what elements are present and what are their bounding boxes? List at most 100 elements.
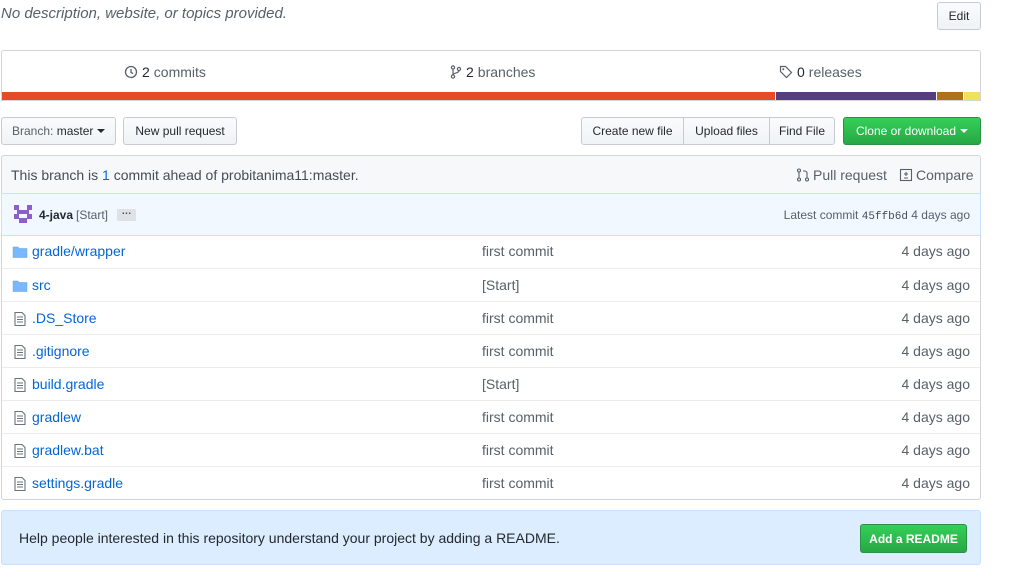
- readme-prompt: Help people interested in this repositor…: [1, 510, 981, 565]
- file-name-link[interactable]: settings.gradle: [32, 475, 123, 491]
- file-icon: [12, 311, 28, 327]
- file-name-link[interactable]: gradlew.bat: [32, 442, 104, 458]
- history-icon: [124, 65, 138, 79]
- branches-link[interactable]: 2 branches: [450, 64, 535, 80]
- branch-status-message: This branch is 1 commit ahead of probita…: [11, 167, 359, 183]
- commit-author[interactable]: 4-java: [39, 208, 73, 222]
- file-name-link[interactable]: .DS_Store: [32, 310, 97, 326]
- file-age: 4 days ago: [901, 376, 971, 392]
- language-segment[interactable]: [774, 92, 936, 100]
- clone-or-download-button[interactable]: Clone or download: [843, 117, 981, 145]
- file-age: 4 days ago: [901, 475, 971, 491]
- file-name-link[interactable]: build.gradle: [32, 376, 104, 392]
- latest-commit-bar: 4-java [Start] … Latest commit 45ffb6d 4…: [1, 193, 981, 236]
- commit-sha-link[interactable]: 45ffb6d: [862, 211, 908, 223]
- file-name[interactable]: gradlew: [32, 409, 81, 425]
- pull-request-label: Pull request: [813, 167, 887, 183]
- latest-commit-info: Latest commit 45ffb6d 4 days ago: [784, 208, 970, 223]
- file-icon: [12, 344, 28, 360]
- repo-summary: 2 commits 2 branches 0 releases: [1, 50, 981, 101]
- language-bar[interactable]: [2, 92, 980, 100]
- file-name-link[interactable]: src: [32, 277, 51, 293]
- branch-prefix: Branch:: [12, 124, 54, 138]
- branch-status-bar: This branch is 1 commit ahead of probita…: [1, 155, 981, 194]
- tag-icon: [779, 65, 793, 79]
- caret-down-icon: [960, 129, 969, 133]
- file-age: 4 days ago: [901, 310, 971, 326]
- file-commit-message[interactable]: first commit: [482, 475, 554, 491]
- file-age: 4 days ago: [901, 243, 971, 259]
- folder-icon: [12, 244, 28, 260]
- commit-age: 4 days ago: [911, 208, 970, 222]
- releases-count: 0: [797, 64, 805, 80]
- file-age: 4 days ago: [901, 343, 971, 359]
- file-icon: [12, 410, 28, 426]
- file-commit-message[interactable]: first commit: [482, 442, 554, 458]
- git-pull-request-icon: [796, 168, 810, 182]
- file-name[interactable]: build.gradle: [32, 376, 104, 392]
- file-row: settings.gradle first commit 4 days ago: [2, 466, 980, 499]
- file-row: src [Start] 4 days ago: [2, 268, 980, 301]
- commit-expand-button[interactable]: …: [117, 207, 136, 221]
- file-name[interactable]: .gitignore: [32, 343, 90, 359]
- file-icon: [12, 377, 28, 393]
- repo-description: No description, website, or topics provi…: [1, 5, 287, 22]
- language-segment[interactable]: [2, 92, 775, 100]
- file-row: .DS_Store first commit 4 days ago: [2, 301, 980, 334]
- file-row: gradlew.bat first commit 4 days ago: [2, 433, 980, 466]
- create-new-file-button[interactable]: Create new file: [581, 117, 684, 145]
- file-name[interactable]: wrapper: [75, 243, 126, 259]
- branch-icon: [450, 65, 462, 79]
- folder-icon: [12, 278, 28, 294]
- branches-count: 2: [466, 64, 474, 80]
- file-commit-message[interactable]: [Start]: [482, 277, 519, 293]
- find-file-button[interactable]: Find File: [769, 117, 835, 145]
- file-commit-message[interactable]: first commit: [482, 343, 554, 359]
- branch-name: master: [56, 124, 94, 138]
- language-segment[interactable]: [935, 92, 964, 100]
- latest-commit-label: Latest commit: [783, 208, 859, 222]
- file-name-link[interactable]: gradlew: [32, 409, 81, 425]
- file-name[interactable]: gradlew.bat: [32, 442, 104, 458]
- avatar[interactable]: [13, 204, 33, 224]
- file-commit-message[interactable]: [Start]: [482, 376, 519, 392]
- file-row: .gitignore first commit 4 days ago: [2, 334, 980, 367]
- file-age: 4 days ago: [901, 442, 971, 458]
- commits-link[interactable]: 2 commits: [124, 64, 206, 80]
- ahead-count-link[interactable]: 1: [102, 167, 110, 183]
- pull-request-link[interactable]: Pull request: [796, 167, 887, 183]
- file-list: gradle/wrapper first commit 4 days ago src […: [1, 235, 981, 500]
- branch-status-prefix: This branch is: [11, 167, 99, 183]
- clone-label: Clone or download: [855, 124, 957, 138]
- file-icon: [12, 476, 28, 492]
- branch-select-button[interactable]: Branch: master: [1, 117, 117, 145]
- branches-label: branches: [477, 64, 536, 80]
- new-pull-request-button[interactable]: New pull request: [123, 117, 237, 145]
- add-readme-button[interactable]: Add a README: [860, 524, 967, 553]
- commit-message[interactable]: [Start]: [76, 208, 108, 222]
- edit-button[interactable]: Edit: [937, 2, 981, 30]
- language-segment[interactable]: [963, 92, 980, 100]
- file-commit-message[interactable]: first commit: [482, 310, 554, 326]
- upload-files-button[interactable]: Upload files: [683, 117, 770, 145]
- file-commit-message[interactable]: first commit: [482, 243, 554, 259]
- file-age: 4 days ago: [901, 277, 971, 293]
- diff-icon: [899, 168, 913, 182]
- file-name-link[interactable]: gradle/wrapper: [32, 243, 125, 259]
- file-icon: [12, 443, 28, 459]
- file-row: build.gradle [Start] 4 days ago: [2, 367, 980, 400]
- file-commit-message[interactable]: first commit: [482, 409, 554, 425]
- file-name-link[interactable]: .gitignore: [32, 343, 90, 359]
- commits-label: commits: [153, 64, 206, 80]
- commits-count: 2: [142, 64, 150, 80]
- file-name[interactable]: .DS_Store: [32, 310, 97, 326]
- compare-link[interactable]: Compare: [899, 167, 974, 183]
- file-row: gradle/wrapper first commit 4 days ago: [2, 235, 980, 268]
- releases-link[interactable]: 0 releases: [779, 64, 862, 80]
- file-name[interactable]: settings.gradle: [32, 475, 123, 491]
- compare-label: Compare: [916, 167, 974, 183]
- file-name-prefix[interactable]: gradle/: [32, 243, 75, 259]
- branch-status-suffix: commit ahead of probitanima11:master.: [113, 167, 359, 183]
- file-name[interactable]: src: [32, 277, 51, 293]
- caret-down-icon: [97, 129, 106, 133]
